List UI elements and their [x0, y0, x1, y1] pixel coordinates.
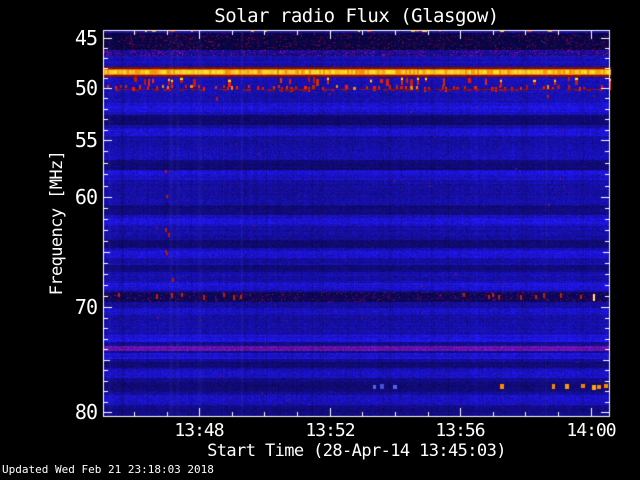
spectrogram-page: Solar radio Flux (Glasgow) Frequency [MH…	[0, 0, 640, 480]
y-tick-label: 60	[74, 185, 98, 209]
y-tick-label: 70	[74, 295, 98, 319]
y-tick-label: 45	[74, 26, 98, 50]
y-tick-label: 55	[74, 128, 98, 152]
y-tick-label: 50	[74, 76, 98, 100]
x-tick-label: 13:52	[305, 420, 355, 441]
x-tick-label: 14:00	[566, 420, 616, 441]
updated-timestamp: Updated Wed Feb 21 23:18:03 2018	[2, 463, 214, 476]
chart-title: Solar radio Flux (Glasgow)	[214, 5, 499, 27]
y-axis-title: Frequency [MHz]	[47, 150, 67, 296]
x-axis-title: Start Time (28-Apr-14 13:45:03)	[207, 441, 506, 461]
x-tick-label: 13:48	[174, 420, 224, 441]
x-tick-label: 13:56	[435, 420, 485, 441]
y-tick-label: 80	[74, 400, 98, 424]
